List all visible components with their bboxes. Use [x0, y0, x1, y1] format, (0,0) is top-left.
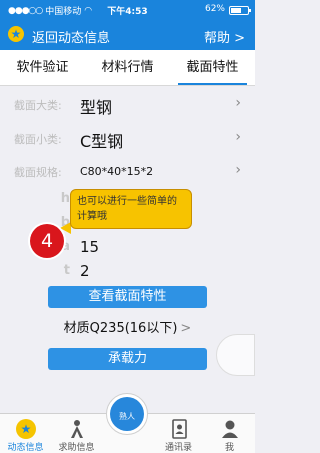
section-small-type-label: 截面小类:: [14, 133, 62, 146]
section-big-type-value: 型钢: [80, 98, 113, 117]
param-symbol: t: [63, 263, 70, 278]
svg-text:★: ★: [20, 422, 31, 436]
material-selector[interactable]: 材质Q235(16以下) >: [0, 318, 255, 340]
param-symbol: h: [60, 191, 70, 206]
chevron-right-icon: ›: [235, 129, 241, 145]
section-spec-label: 截面规格:: [14, 166, 62, 179]
bottom-nav-label: 我: [224, 443, 234, 453]
bottom-nav-news[interactable]: ★ 动态信息: [0, 414, 51, 453]
chevron-right-icon: ›: [235, 162, 241, 178]
contacts-center-button[interactable]: 熟人: [106, 393, 148, 435]
capacity-button[interactable]: 承载力: [48, 348, 207, 370]
bottom-nav-help[interactable]: 求助信息: [51, 414, 102, 453]
section-small-type-value: C型钢: [80, 132, 124, 151]
tab-material-market[interactable]: 材料行情: [85, 50, 170, 85]
tooltip-bubble[interactable]: 也可以进行一些简单的计算哦: [70, 189, 192, 229]
tab-bar: 软件验证 材料行情 截面特性: [0, 50, 255, 86]
bottom-nav-label: 动态信息: [7, 443, 44, 453]
chevron-right-icon: >: [180, 321, 192, 336]
contacts-icon: [153, 418, 204, 440]
section-big-type-row[interactable]: 截面大类: 型钢 ›: [0, 88, 255, 122]
param-value: 15: [80, 238, 100, 256]
battery-icon: [229, 6, 251, 15]
bottom-nav-contacts[interactable]: 通讯录: [153, 414, 204, 453]
tooltip-step-badge: 4: [30, 224, 64, 258]
param-t[interactable]: t 2: [0, 262, 160, 282]
people-icon: 熟人: [110, 397, 144, 431]
person-icon: [51, 418, 102, 440]
help-button[interactable]: 帮助 >: [204, 27, 245, 46]
bottom-nav-label: 求助信息: [58, 443, 95, 453]
star-icon[interactable]: ★: [8, 26, 24, 42]
section-spec-value: C80*40*15*2: [80, 165, 154, 178]
tab-section-properties[interactable]: 截面特性: [170, 50, 255, 85]
view-section-properties-button[interactable]: 查看截面特性: [48, 286, 207, 308]
material-label: 材质Q235(16以下): [63, 321, 178, 336]
param-value: 2: [80, 262, 90, 280]
floating-assistive-button[interactable]: [216, 334, 255, 376]
bottom-nav-me[interactable]: 我: [204, 414, 255, 453]
param-a[interactable]: a 15: [0, 238, 160, 258]
section-small-type-row[interactable]: 截面小类: C型钢 ›: [0, 122, 255, 156]
user-icon: [204, 418, 255, 440]
battery-percent: 62%: [204, 4, 225, 14]
tab-software-verify[interactable]: 软件验证: [0, 50, 85, 85]
nav-bar: ★ 返回动态信息 帮助 >: [0, 20, 255, 50]
chevron-right-icon: ›: [235, 95, 241, 111]
status-bar: ●●●○○ 中国移动 ◠ 下午4:53 62%: [0, 0, 255, 20]
back-button[interactable]: 返回动态信息: [32, 27, 110, 46]
center-button-label: 熟人: [119, 412, 135, 421]
section-big-type-label: 截面大类:: [14, 99, 62, 112]
star-icon: ★: [0, 418, 51, 440]
section-spec-row[interactable]: 截面规格: C80*40*15*2 ›: [0, 155, 255, 189]
bottom-nav-label: 通讯录: [164, 443, 192, 453]
